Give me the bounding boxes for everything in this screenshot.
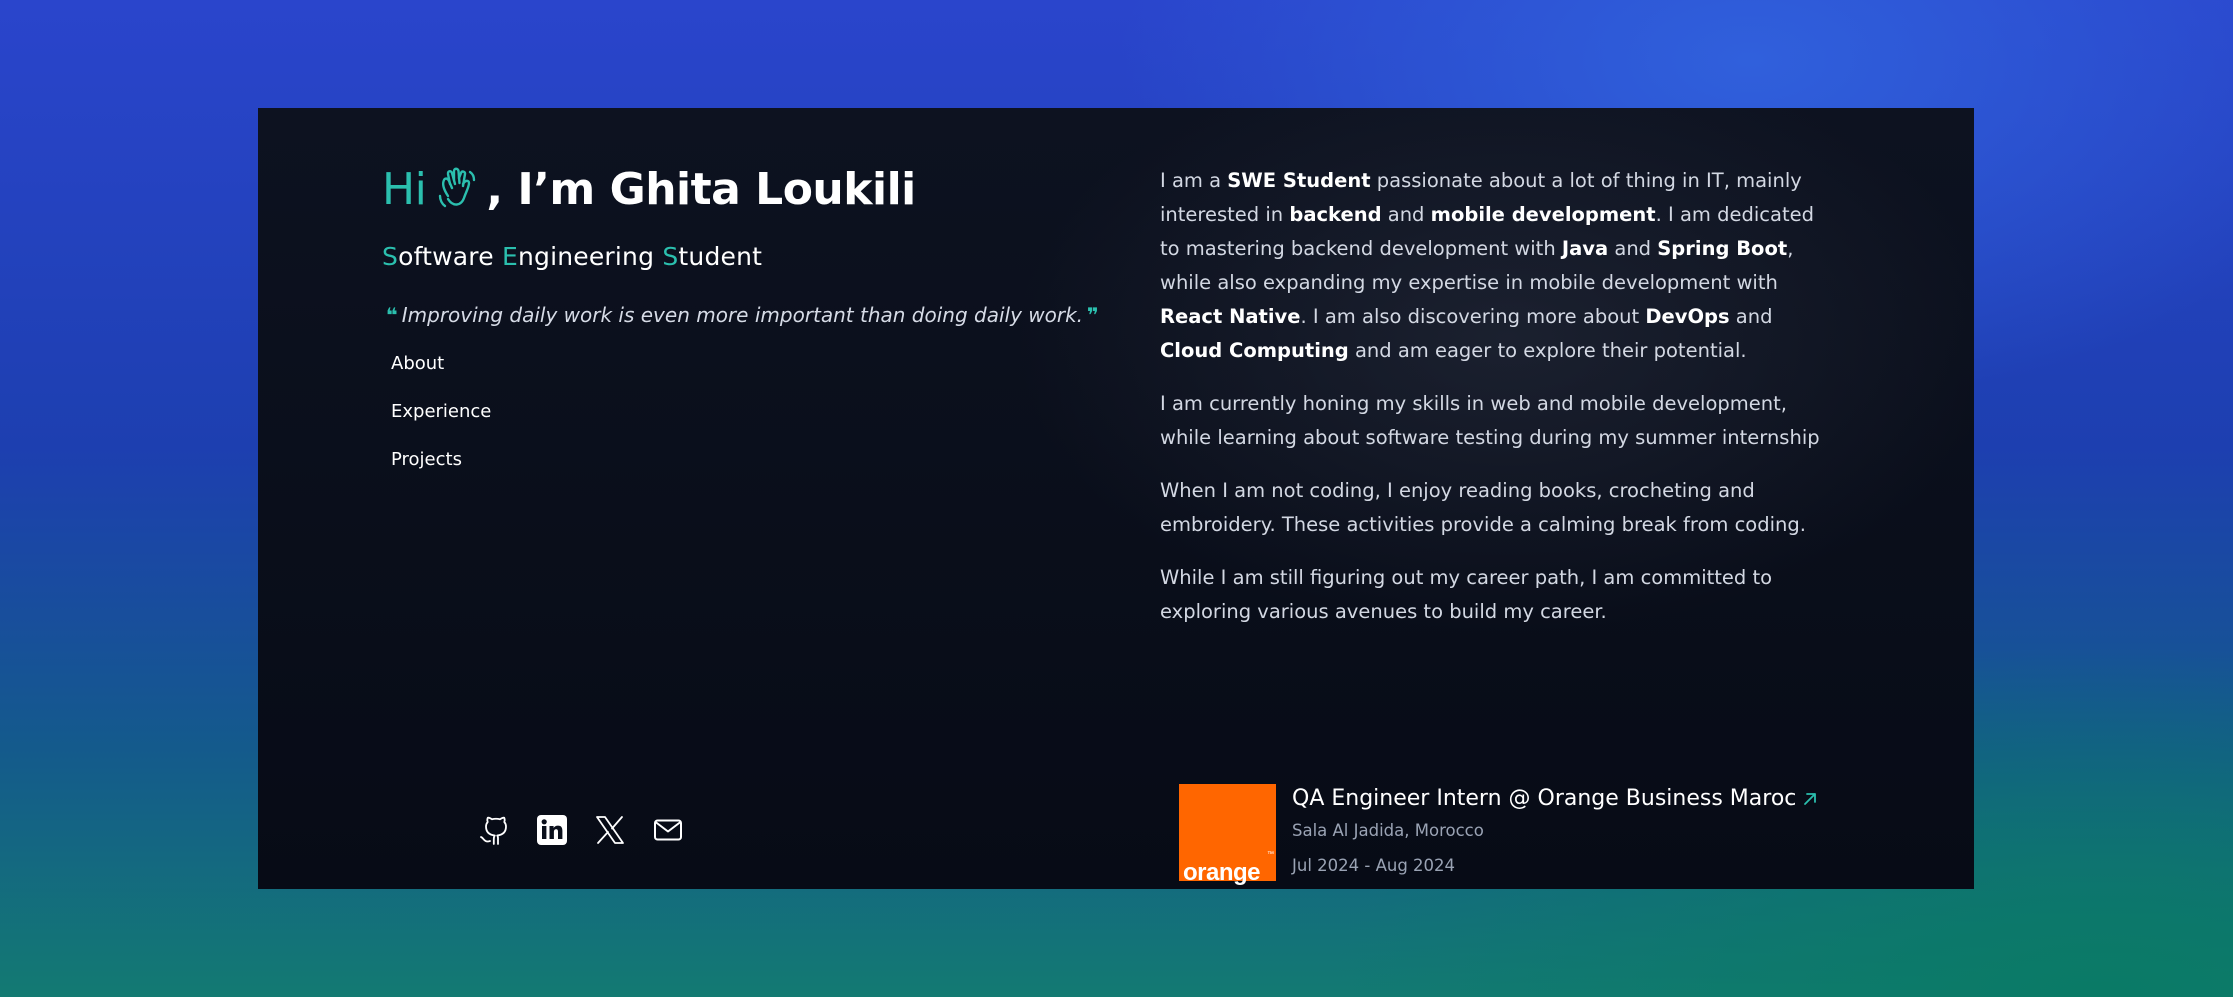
linkedin-icon[interactable] xyxy=(536,814,568,846)
about-text: . I am also discovering more about xyxy=(1300,305,1646,328)
mail-icon[interactable] xyxy=(652,814,684,846)
about-text: and xyxy=(1381,203,1431,226)
nav-item-about[interactable]: About xyxy=(391,353,1082,401)
quote: ❝ Improving daily work is even more impo… xyxy=(382,303,1099,327)
greeting-name: , I’m Ghita Loukili xyxy=(486,163,916,215)
experience-info: QA Engineer Intern @ Orange Business Mar… xyxy=(1292,784,1818,881)
about-paragraph-4: While I am still figuring out my career … xyxy=(1160,566,1773,623)
experience-title: QA Engineer Intern @ Orange Business Mar… xyxy=(1292,786,1797,811)
role-initial: S xyxy=(382,242,399,271)
experience-title-link[interactable]: QA Engineer Intern @ Orange Business Mar… xyxy=(1292,786,1818,811)
about-section: I am a SWE Student passionate about a lo… xyxy=(1160,164,1830,648)
page-title: Hi , I’m Ghita Loukili xyxy=(382,158,1082,220)
role-subtitle: Software Engineering Student xyxy=(382,242,1082,271)
waving-hand-icon xyxy=(439,167,476,208)
experience-location: Sala Al Jadida, Morocco xyxy=(1292,821,1484,840)
about-highlight: DevOps xyxy=(1645,305,1730,328)
about-text: I am a xyxy=(1160,169,1228,192)
about-text: and xyxy=(1608,237,1658,260)
quote-open-icon: ❝ xyxy=(386,303,398,327)
section-nav: About Experience Projects xyxy=(391,353,1082,497)
role-initial: E xyxy=(501,242,518,271)
orange-logo: orange ™ xyxy=(1179,784,1276,886)
external-link-arrow-icon xyxy=(1804,792,1817,805)
role-text: oftware xyxy=(398,242,502,271)
about-paragraph-2: I am currently honing my skills in web a… xyxy=(1160,392,1820,449)
github-icon[interactable] xyxy=(478,814,510,846)
about-highlight: backend xyxy=(1289,203,1382,226)
role-initial: S xyxy=(662,242,679,271)
nav-item-projects[interactable]: Projects xyxy=(391,449,1082,497)
experience-dates: Jul 2024 - Aug 2024 xyxy=(1292,856,1456,875)
portfolio-card: Hi , I’m Ghita Loukili Software Engineer… xyxy=(258,108,1974,889)
about-highlight: SWE Student xyxy=(1227,169,1371,192)
role-text: tudent xyxy=(678,242,763,271)
x-twitter-icon[interactable] xyxy=(594,814,626,846)
orange-logo-text: orange xyxy=(1183,859,1261,886)
about-text: and am eager to explore their potential. xyxy=(1348,339,1747,362)
intro-column: Hi , I’m Ghita Loukili Software Engineer… xyxy=(382,158,1099,497)
nav-item-experience[interactable]: Experience xyxy=(391,401,1082,449)
orange-logo-tm: ™ xyxy=(1267,851,1274,858)
about-highlight: React Native xyxy=(1160,305,1301,328)
role-text: ngineering xyxy=(517,242,663,271)
about-highlight: mobile development xyxy=(1430,203,1656,226)
social-links xyxy=(478,814,684,846)
about-highlight: Spring Boot xyxy=(1657,237,1788,260)
quote-close-icon: ❞ xyxy=(1087,303,1099,327)
about-paragraph-3: When I am not coding, I enjoy reading bo… xyxy=(1160,479,1806,536)
about-highlight: Cloud Computing xyxy=(1160,339,1349,362)
about-highlight: Java xyxy=(1561,237,1609,260)
quote-text: Improving daily work is even more import… xyxy=(401,303,1084,327)
about-text: and xyxy=(1729,305,1773,328)
experience-card[interactable]: orange ™ QA Engineer Intern @ Orange Bus… xyxy=(1179,784,1818,886)
about-paragraph-1: I am a SWE Student passionate about a lo… xyxy=(1160,164,1830,368)
greeting-hi: Hi xyxy=(382,163,427,215)
